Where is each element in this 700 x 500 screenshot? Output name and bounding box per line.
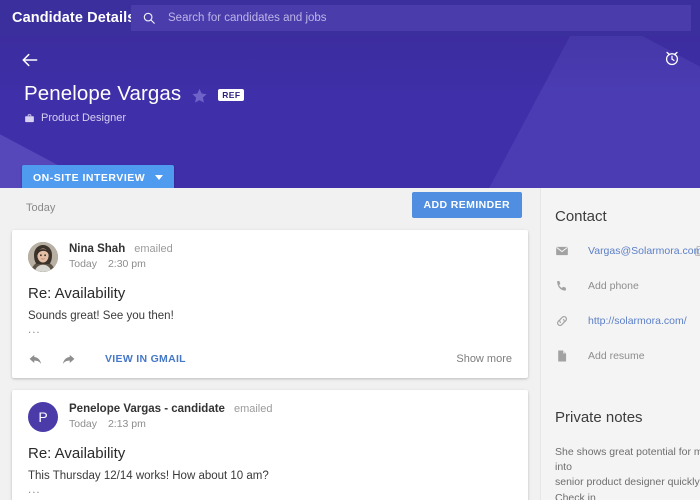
activity-subject: Re: Availability: [28, 445, 126, 462]
reply-icon[interactable]: [28, 352, 43, 367]
contact-email-value[interactable]: Vargas@Solarmora.com: [588, 245, 700, 257]
activity-snippet: This Thursday 12/14 works! How about 10 …: [28, 470, 269, 482]
private-notes-title: Private notes: [555, 409, 643, 426]
activity-card[interactable]: P Penelope Vargas - candidate emailed To…: [12, 390, 528, 500]
contact-row-phone[interactable]: Add phone: [555, 277, 700, 295]
activity-subject: Re: Availability: [28, 285, 126, 302]
search-input[interactable]: [168, 7, 588, 29]
contact-resume-value[interactable]: Add resume: [588, 350, 645, 362]
envelope-icon: [556, 246, 568, 256]
activity-ellipsis: ...: [28, 484, 41, 496]
activity-day-header: Today ADD REMINDER: [0, 188, 540, 230]
activity-action: emailed: [134, 243, 173, 255]
activity-card-footer: VIEW IN GMAIL Show more: [28, 350, 512, 368]
private-notes-body[interactable]: She shows great potential for moving int…: [555, 445, 700, 500]
copy-icon[interactable]: [693, 245, 700, 257]
candidate-details-app: Candidate Details Search for candidates …: [0, 0, 700, 500]
activity-time: 2:13 pm: [107, 418, 146, 430]
activity-card-header: Nina Shah emailed Today 2:30 pm: [28, 242, 512, 272]
candidate-name-row: Penelope Vargas REF: [24, 82, 245, 106]
app-title: Candidate Details: [12, 10, 136, 26]
activity-feed: Today ADD REMINDER Nina Shah emailed Tod…: [0, 188, 540, 500]
contact-row-resume[interactable]: Add resume: [555, 347, 700, 365]
candidate-hero-header: Penelope Vargas REF Product Designer ON-…: [0, 36, 700, 188]
detail-sidebar: Contact Vargas@Solarmora.com Add phone h…: [540, 188, 700, 500]
contact-section-title: Contact: [555, 208, 607, 225]
candidate-role-row: Product Designer: [24, 112, 126, 124]
activity-day-label: Today: [26, 202, 56, 214]
activity-date: Today: [69, 418, 98, 430]
ref-badge: REF: [218, 89, 245, 101]
avatar: [28, 242, 58, 272]
contact-row-email[interactable]: Vargas@Solarmora.com: [555, 242, 700, 260]
contact-phone-value[interactable]: Add phone: [588, 280, 639, 292]
activity-card[interactable]: Nina Shah emailed Today 2:30 pm Re: Avai…: [12, 230, 528, 378]
search-bar[interactable]: [131, 5, 691, 31]
avatar: P: [28, 402, 58, 432]
activity-action: emailed: [233, 403, 273, 415]
star-icon[interactable]: [191, 87, 208, 104]
contact-row-website[interactable]: http://solarmora.com/: [555, 312, 700, 330]
document-icon: [558, 350, 567, 362]
chevron-down-icon: [155, 175, 164, 180]
activity-ellipsis: ...: [28, 324, 41, 336]
briefcase-icon: [25, 113, 34, 122]
view-in-gmail-link[interactable]: VIEW IN GMAIL: [105, 353, 186, 365]
add-reminder-button[interactable]: ADD REMINDER: [411, 192, 522, 218]
activity-card-header: P Penelope Vargas - candidate emailed To…: [28, 402, 512, 432]
stage-dropdown-label: ON-SITE INTERVIEW: [33, 171, 146, 184]
body-area: Today ADD REMINDER Nina Shah emailed Tod…: [0, 188, 700, 500]
forward-icon[interactable]: [61, 352, 76, 367]
activity-time: 2:30 pm: [107, 258, 146, 270]
activity-sender-name: Penelope Vargas - candidate: [69, 403, 225, 415]
show-more-link[interactable]: Show more: [456, 353, 512, 365]
stage-dropdown-button[interactable]: ON-SITE INTERVIEW: [22, 165, 175, 188]
phone-icon: [557, 281, 566, 291]
activity-card-meta: Nina Shah emailed Today 2:30 pm: [69, 242, 173, 270]
activity-sender-name: Nina Shah: [69, 243, 126, 255]
link-icon: [557, 316, 567, 326]
candidate-role: Product Designer: [41, 112, 126, 124]
contact-website-value[interactable]: http://solarmora.com/: [588, 315, 687, 327]
top-app-bar: Candidate Details: [0, 0, 700, 36]
activity-card-meta: Penelope Vargas - candidate emailed Toda…: [69, 402, 272, 430]
activity-date: Today: [69, 258, 98, 270]
candidate-name: Penelope Vargas: [24, 82, 182, 105]
search-icon: [143, 12, 155, 24]
alarm-clock-icon[interactable]: [663, 49, 681, 67]
back-arrow-icon[interactable]: [20, 50, 40, 70]
activity-snippet: Sounds great! See you then!: [28, 310, 174, 322]
